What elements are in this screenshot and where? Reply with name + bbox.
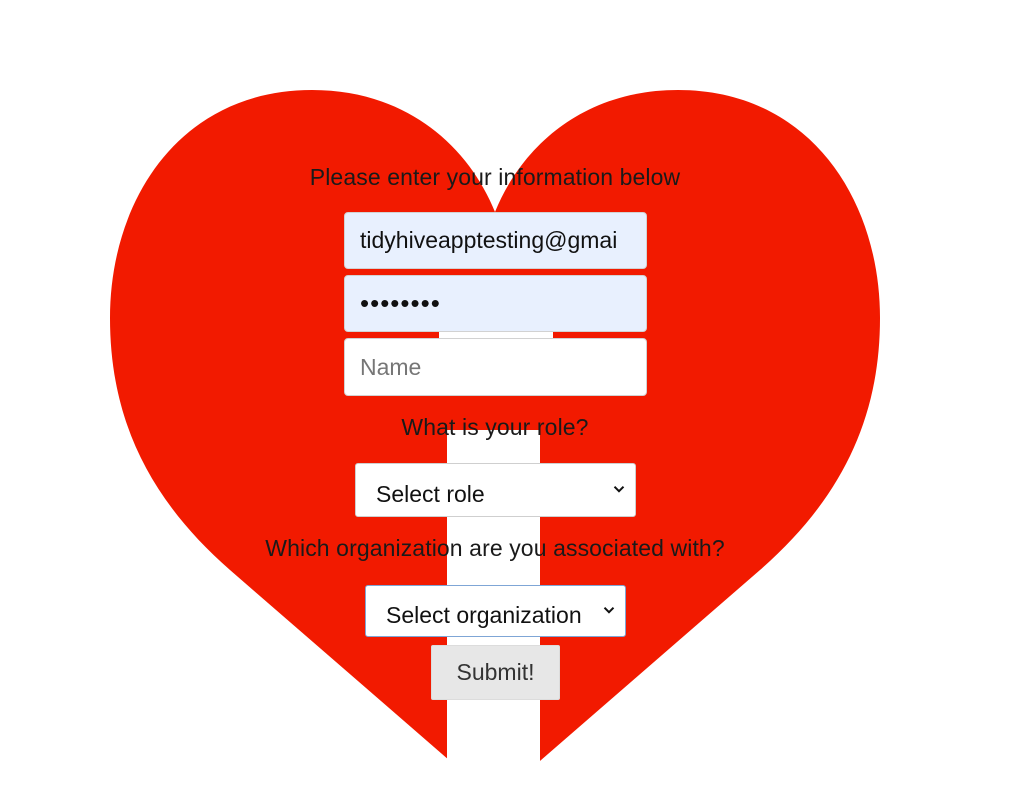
name-field[interactable]: [344, 338, 647, 396]
password-field[interactable]: [344, 275, 647, 332]
organization-question: Which organization are you associated wi…: [265, 535, 725, 561]
email-field[interactable]: [344, 212, 647, 269]
role-select-value: Select role: [376, 480, 485, 507]
role-select[interactable]: Select role: [355, 463, 636, 517]
chevron-down-icon: [613, 485, 625, 493]
signup-page: Please enter your information below What…: [0, 0, 1013, 799]
organization-select-value: Select organization: [386, 601, 582, 628]
form-heading: Please enter your information below: [309, 164, 681, 190]
role-question: What is your role?: [401, 414, 589, 440]
chevron-down-icon: [603, 606, 615, 614]
organization-select[interactable]: Select organization: [365, 585, 626, 637]
submit-button[interactable]: Submit!: [431, 645, 560, 700]
